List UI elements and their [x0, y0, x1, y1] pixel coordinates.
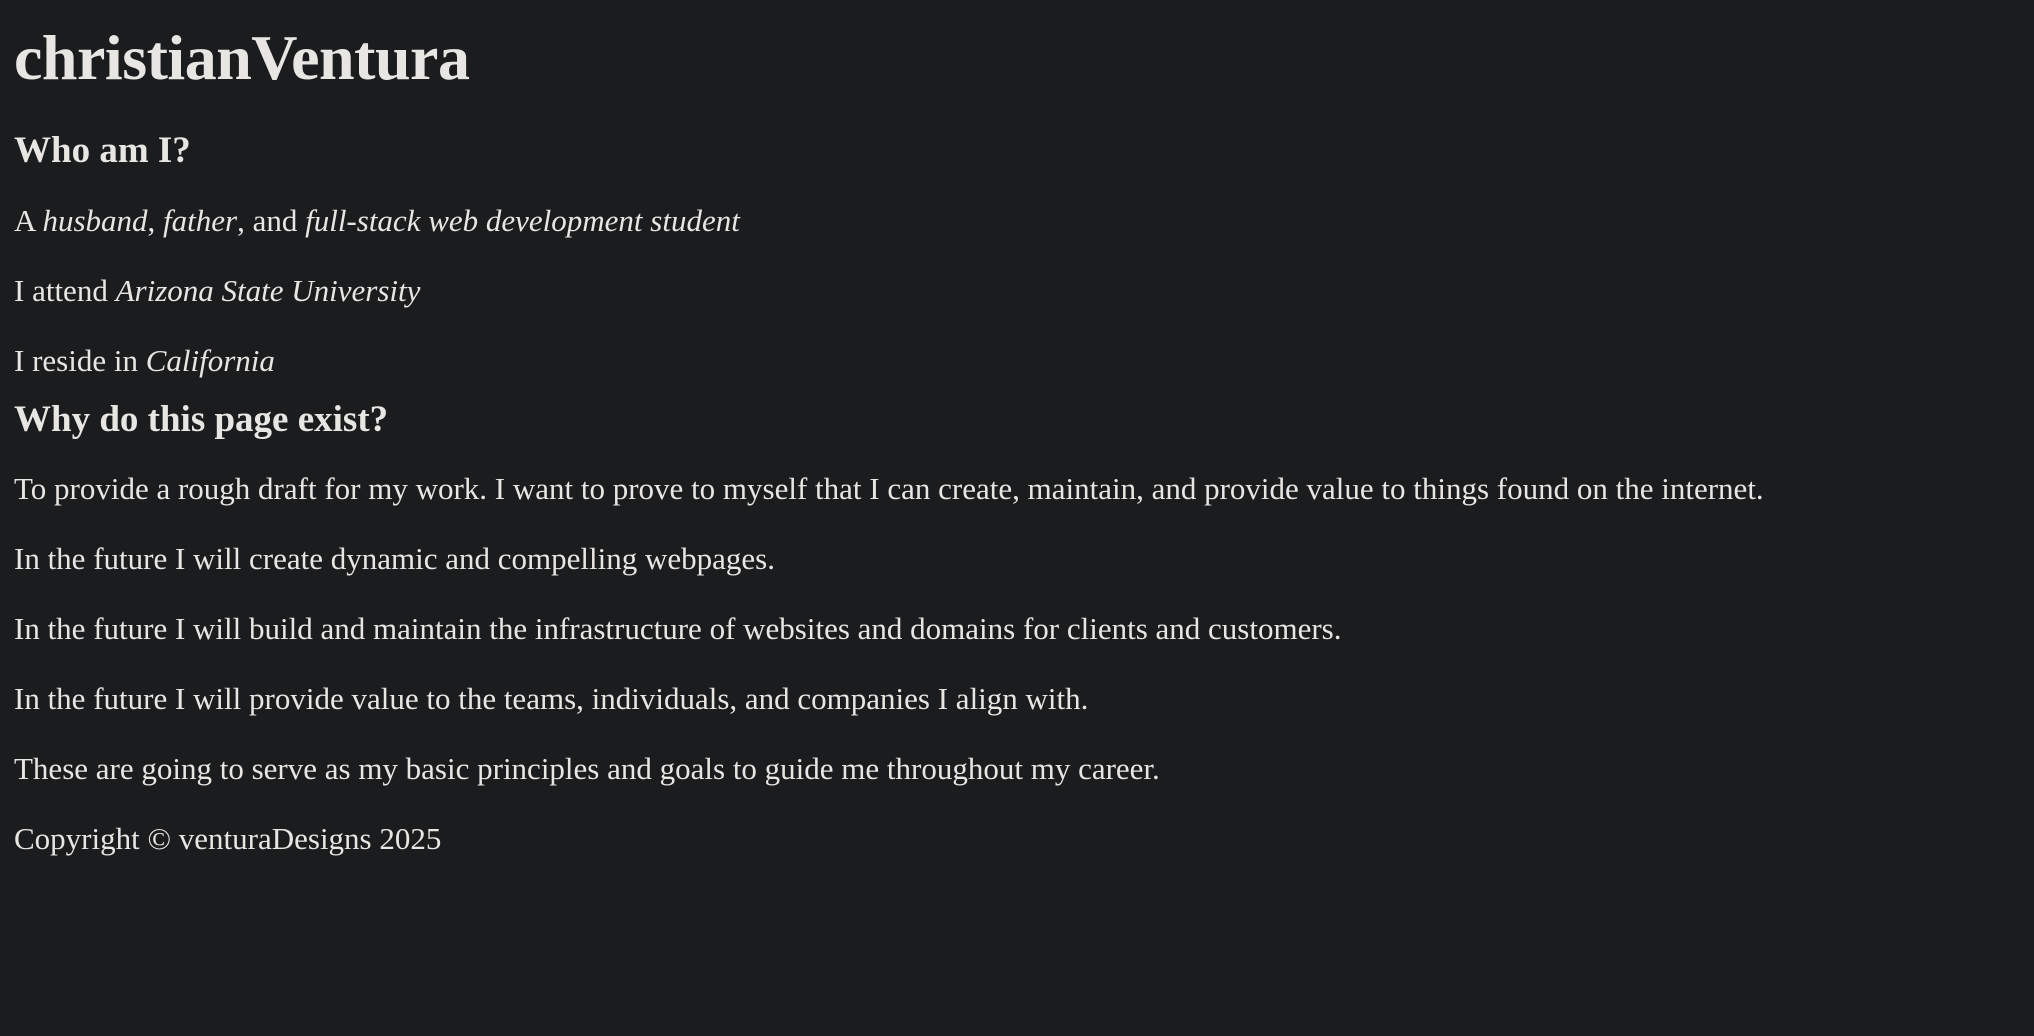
about-heading: Who am I? — [14, 130, 191, 171]
role-student: full-stack web development student — [305, 203, 740, 238]
site-title: christianVentura — [14, 22, 470, 93]
role-husband: husband — [42, 203, 148, 238]
purpose-paragraph: In the future I will build and maintain … — [14, 611, 1342, 646]
about-school-prefix: I attend — [14, 273, 116, 308]
about-roles-sep1: , — [147, 203, 164, 238]
purpose-paragraph: To provide a rough draft for my work. I … — [14, 471, 1764, 506]
purpose-paragraph: In the future I will provide value to th… — [14, 681, 1089, 716]
about-line-roles: A husband, father, and full-stack web de… — [14, 203, 2020, 239]
purpose-paragraph: In the future I will create dynamic and … — [14, 541, 775, 576]
about-roles-prefix: A — [14, 203, 43, 238]
purpose-heading: Why do this page exist? — [14, 399, 389, 440]
about-roles-sep2: , and — [237, 203, 306, 238]
about-residence-prefix: I reside in — [14, 343, 146, 378]
page: christianVentura Who am I? A husband, fa… — [0, 21, 2034, 857]
footer-copyright: Copyright © venturaDesigns 2025 — [14, 821, 442, 856]
school-name: Arizona State University — [115, 273, 421, 308]
about-line-residence: I reside in California — [14, 343, 2020, 379]
about-line-school: I attend Arizona State University — [14, 273, 2020, 309]
purpose-paragraph: These are going to serve as my basic pri… — [14, 751, 1160, 786]
residence-place: California — [145, 343, 275, 378]
role-father: father — [163, 203, 238, 238]
